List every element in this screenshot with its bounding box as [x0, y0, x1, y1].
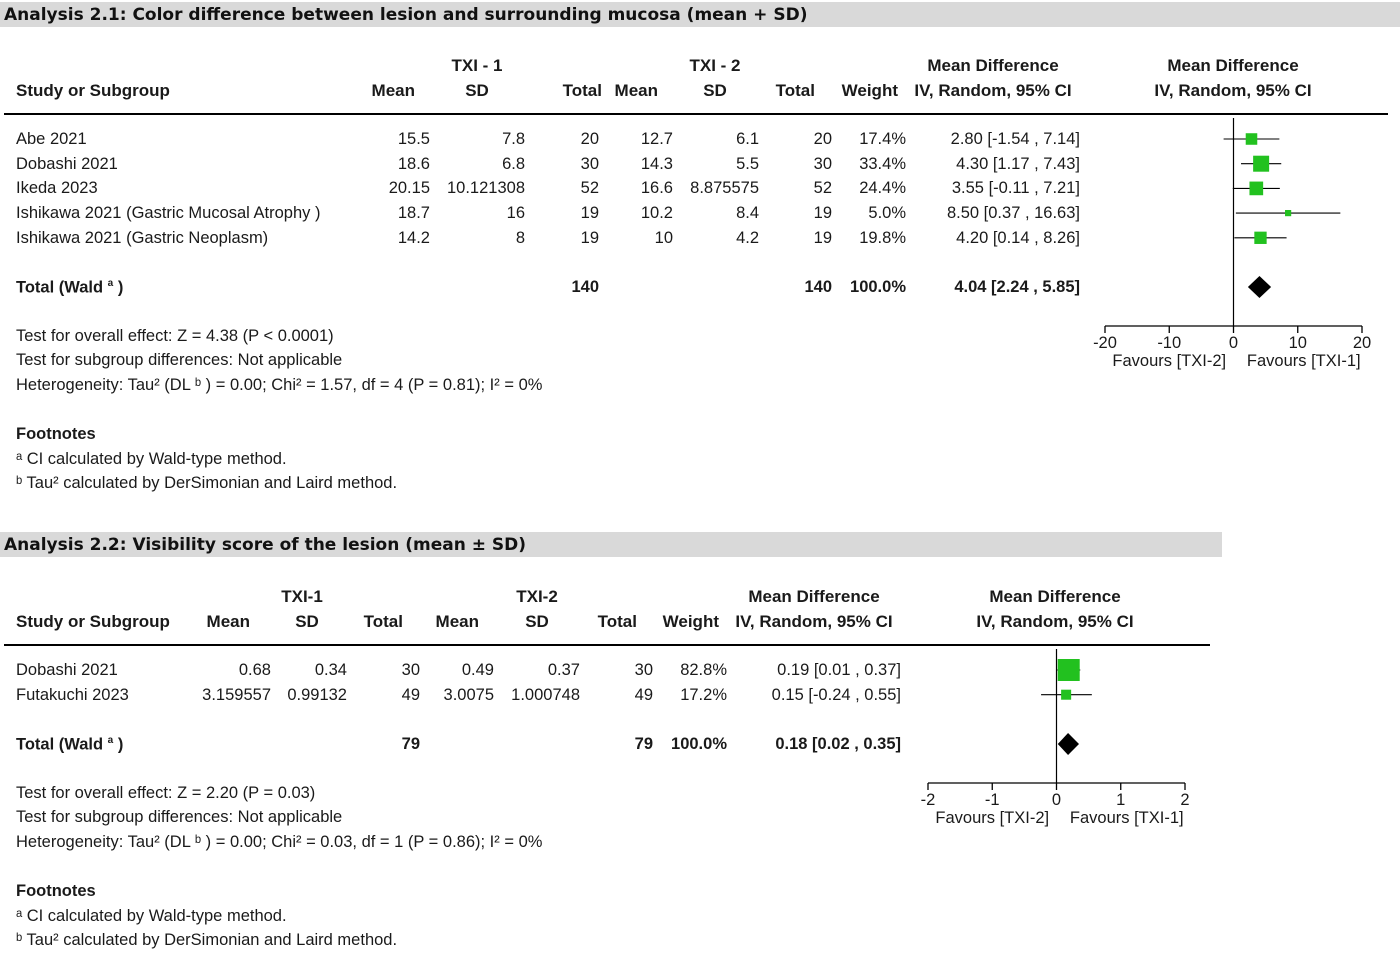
- a2-tick-label-3: 1: [1116, 791, 1125, 809]
- a1-marker-1: [1253, 155, 1270, 172]
- a2-tick-label-2: 0: [1052, 791, 1061, 809]
- a1-marker-0: [1245, 133, 1258, 145]
- a2-favours-left: Favours [TXI-2]: [935, 809, 1049, 827]
- a2-favours-right: Favours [TXI-1]: [1070, 809, 1184, 827]
- a2-tick-label-0: -2: [921, 791, 936, 809]
- a1-total-diamond: [1247, 276, 1272, 298]
- a1-marker-2: [1249, 181, 1264, 196]
- a1-favours-left: Favours [TXI-2]: [1112, 352, 1226, 370]
- a1-marker-4: [1254, 231, 1267, 244]
- a2-total-diamond: [1057, 733, 1079, 755]
- a1-tick-label-3: 10: [1289, 334, 1307, 352]
- a2-marker-0: [1057, 659, 1080, 681]
- a1-tick-label-0: -20: [1093, 334, 1117, 352]
- forest-plots: -20 -10 0 10 20Favours [TXI-2] Favours [TXI-1…: [921, 118, 1371, 827]
- a2-tick-label-4: 2: [1180, 791, 1189, 809]
- a1-tick-label-1: -10: [1157, 334, 1181, 352]
- a2-tick-label-1: -1: [985, 791, 1000, 809]
- a1-tick-label-2: 0: [1229, 334, 1238, 352]
- a1-marker-3: [1285, 210, 1292, 217]
- a1-tick-label-4: 20: [1353, 334, 1371, 352]
- a2-marker-1: [1061, 689, 1072, 700]
- a1-favours-right: Favours [TXI-1]: [1247, 352, 1361, 370]
